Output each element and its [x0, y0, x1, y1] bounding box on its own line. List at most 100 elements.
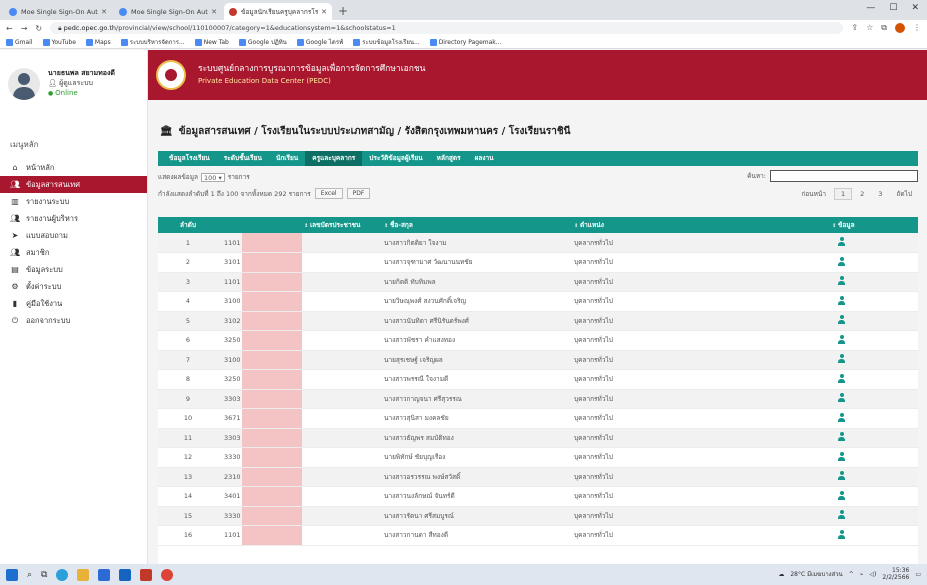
- view-profile-icon[interactable]: [838, 490, 845, 500]
- redaction-block: [242, 428, 302, 447]
- browser-tab-1[interactable]: Moe Single Sign-On Authenticati... ✕: [4, 3, 112, 20]
- bookmark-item[interactable]: ระบบบริหารจัดการ...: [120, 37, 185, 47]
- cell-position: บุคลากรทั่วไป: [574, 277, 613, 286]
- column-header-id[interactable]: เลขบัตรประชาชน: [218, 217, 378, 233]
- excel-button[interactable]: Excel: [314, 188, 343, 199]
- sidebar-item-logout[interactable]: ⏻ ออกจากระบบ: [0, 312, 147, 329]
- task-view-icon[interactable]: ⧉: [41, 570, 47, 580]
- page-size-select[interactable]: 100 ▾: [200, 172, 225, 182]
- network-icon[interactable]: ⌁: [860, 571, 864, 578]
- column-header-position[interactable]: ตำแหน่ง: [568, 217, 778, 233]
- column-header-no[interactable]: ลำดับ: [158, 217, 218, 233]
- cell-name: นางสาวรัตนา ศรีสมบูรณ์: [384, 511, 454, 520]
- tab-achievements[interactable]: ผลงาน: [468, 151, 501, 166]
- forward-icon[interactable]: →: [21, 24, 28, 33]
- profile-avatar[interactable]: [895, 23, 905, 33]
- view-profile-icon[interactable]: [838, 451, 845, 461]
- sidebar-item-survey[interactable]: ➤ แบบสอบถาม: [0, 227, 147, 244]
- tab-class-levels[interactable]: ระดับชั้นเรียน: [217, 151, 269, 166]
- view-profile-icon[interactable]: [838, 295, 845, 305]
- view-profile-icon[interactable]: [838, 510, 845, 520]
- view-profile-icon[interactable]: [838, 373, 845, 383]
- notifications-icon[interactable]: ▭: [915, 571, 921, 578]
- bookmark-item[interactable]: Directory Pagemak...: [429, 38, 502, 46]
- tab-label: ข้อมูลนักเรียนครูบุคลากรโรงเรียน...: [241, 7, 319, 16]
- reload-icon[interactable]: ↻: [35, 24, 42, 33]
- view-profile-icon[interactable]: [838, 471, 845, 481]
- sidebar-item-information[interactable]: 👥︎ ข้อมูลสารสนเทศ: [0, 176, 147, 193]
- new-tab-icon[interactable]: +: [338, 4, 348, 20]
- view-profile-icon[interactable]: [838, 354, 845, 364]
- tray-chevron-icon[interactable]: ^: [849, 571, 854, 578]
- pagination-prev[interactable]: ก่อนหน้า: [795, 188, 832, 200]
- sidebar-item-executive-reports[interactable]: 👥︎ รายงานผู้บริหาร: [0, 210, 147, 227]
- edge-icon[interactable]: [56, 568, 69, 581]
- view-profile-icon[interactable]: [838, 432, 845, 442]
- tab-close-icon[interactable]: ✕: [101, 8, 107, 16]
- bookmark-item[interactable]: New Tab: [194, 38, 229, 46]
- column-header-name[interactable]: ชื่อ-สกุล: [378, 217, 568, 233]
- pagination-next[interactable]: ถัดไป: [890, 188, 918, 200]
- tab-close-icon[interactable]: ✕: [321, 8, 327, 16]
- bookmark-item[interactable]: Google ไดรฟ์: [296, 37, 343, 47]
- menu-kebab-icon[interactable]: ⋮: [913, 23, 921, 33]
- search-icon[interactable]: ⌕: [27, 570, 32, 580]
- view-profile-icon[interactable]: [838, 529, 845, 539]
- bookmark-item[interactable]: YouTube: [42, 38, 76, 46]
- redaction-block: [242, 506, 302, 525]
- app-red-icon[interactable]: [140, 568, 153, 581]
- star-icon[interactable]: ☆: [866, 23, 873, 33]
- tab-school-info[interactable]: ข้อมูลโรงเรียน: [162, 151, 217, 166]
- pagination-page-3[interactable]: 3: [872, 189, 888, 199]
- sidebar-item-members[interactable]: 👥︎ สมาชิก: [0, 244, 147, 261]
- redaction-block: [242, 350, 302, 369]
- site-header: ระบบศูนย์กลางการบูรณาการข้อมูลเพื่อการจั…: [148, 50, 927, 100]
- view-profile-icon[interactable]: [838, 412, 845, 422]
- cell-position: บุคลากรทั่วไป: [574, 375, 613, 384]
- clock[interactable]: 15:36 2/2/2566: [882, 567, 909, 581]
- sidebar-item-system-data[interactable]: ▤ ข้อมูลระบบ: [0, 261, 147, 278]
- bookmark-item[interactable]: ระบบข้อมูลโรงเรียน...: [353, 37, 420, 47]
- view-profile-icon[interactable]: [838, 276, 845, 286]
- pagination-page-1[interactable]: 1: [834, 188, 853, 200]
- bookmark-item[interactable]: Google ปฏิทิน: [238, 37, 287, 47]
- maximize-icon[interactable]: ☐: [889, 3, 897, 13]
- pagination-page-2[interactable]: 2: [854, 189, 870, 199]
- column-header-info[interactable]: ข้อมูล: [778, 217, 918, 233]
- share-icon[interactable]: ⇪: [851, 23, 858, 33]
- view-profile-icon[interactable]: [838, 237, 845, 246]
- bookmark-item[interactable]: Maps: [85, 38, 111, 46]
- file-explorer-icon[interactable]: [77, 568, 90, 581]
- view-profile-icon[interactable]: [838, 334, 845, 344]
- back-icon[interactable]: ←: [6, 24, 13, 33]
- pdf-button[interactable]: PDF: [346, 188, 371, 199]
- bookmark-item[interactable]: Gmail: [6, 38, 33, 46]
- browser-tab-2[interactable]: Moe Single Sign-On Authenticati... ✕: [114, 3, 222, 20]
- search-input[interactable]: [770, 170, 918, 182]
- minimize-icon[interactable]: —: [866, 3, 875, 13]
- windows-start-icon[interactable]: [6, 568, 18, 581]
- mail-icon[interactable]: [119, 568, 132, 581]
- sidebar-item-settings[interactable]: ⚙ ตั้งค่าระบบ: [0, 278, 147, 295]
- sidebar-item-manual[interactable]: ▮ คู่มือใช้งาน: [0, 295, 147, 312]
- close-window-icon[interactable]: ✕: [911, 3, 919, 13]
- extensions-icon[interactable]: ⧉: [881, 23, 887, 33]
- sidebar-item-home[interactable]: ⌂ หน้าหลัก: [0, 159, 147, 176]
- chrome-icon[interactable]: [161, 568, 174, 581]
- tab-teachers-staff[interactable]: ครูและบุคลากร: [305, 151, 363, 166]
- view-profile-icon[interactable]: [838, 393, 845, 403]
- view-profile-icon[interactable]: [838, 256, 845, 266]
- volume-icon[interactable]: ◁): [869, 571, 876, 578]
- url-input[interactable]: 🔒︎ pedc.opec.go.th/provincial/view/schoo…: [50, 22, 844, 34]
- tab-curriculum[interactable]: หลักสูตร: [430, 151, 468, 166]
- tab-students[interactable]: นักเรียน: [269, 151, 305, 166]
- staff-table-wrapper: ลำดับ เลขบัตรประชาชน ชื่อ-สกุล ตำแหน่ง ข…: [158, 217, 918, 564]
- browser-tab-3[interactable]: ข้อมูลนักเรียนครูบุคลากรโรงเรียน... ✕: [224, 3, 332, 20]
- tab-student-history[interactable]: ประวัติข้อมูลผู้เรียน: [362, 151, 429, 166]
- tab-close-icon[interactable]: ✕: [211, 8, 217, 16]
- cell-name: นายสุรเชษฐ์ เจริญผล: [384, 355, 443, 364]
- weather-text[interactable]: 28°C มีเมฆบางส่วน: [790, 569, 842, 579]
- view-profile-icon[interactable]: [838, 315, 845, 325]
- sidebar-item-reports[interactable]: ▥ รายงานระบบ: [0, 193, 147, 210]
- store-icon[interactable]: [98, 568, 111, 581]
